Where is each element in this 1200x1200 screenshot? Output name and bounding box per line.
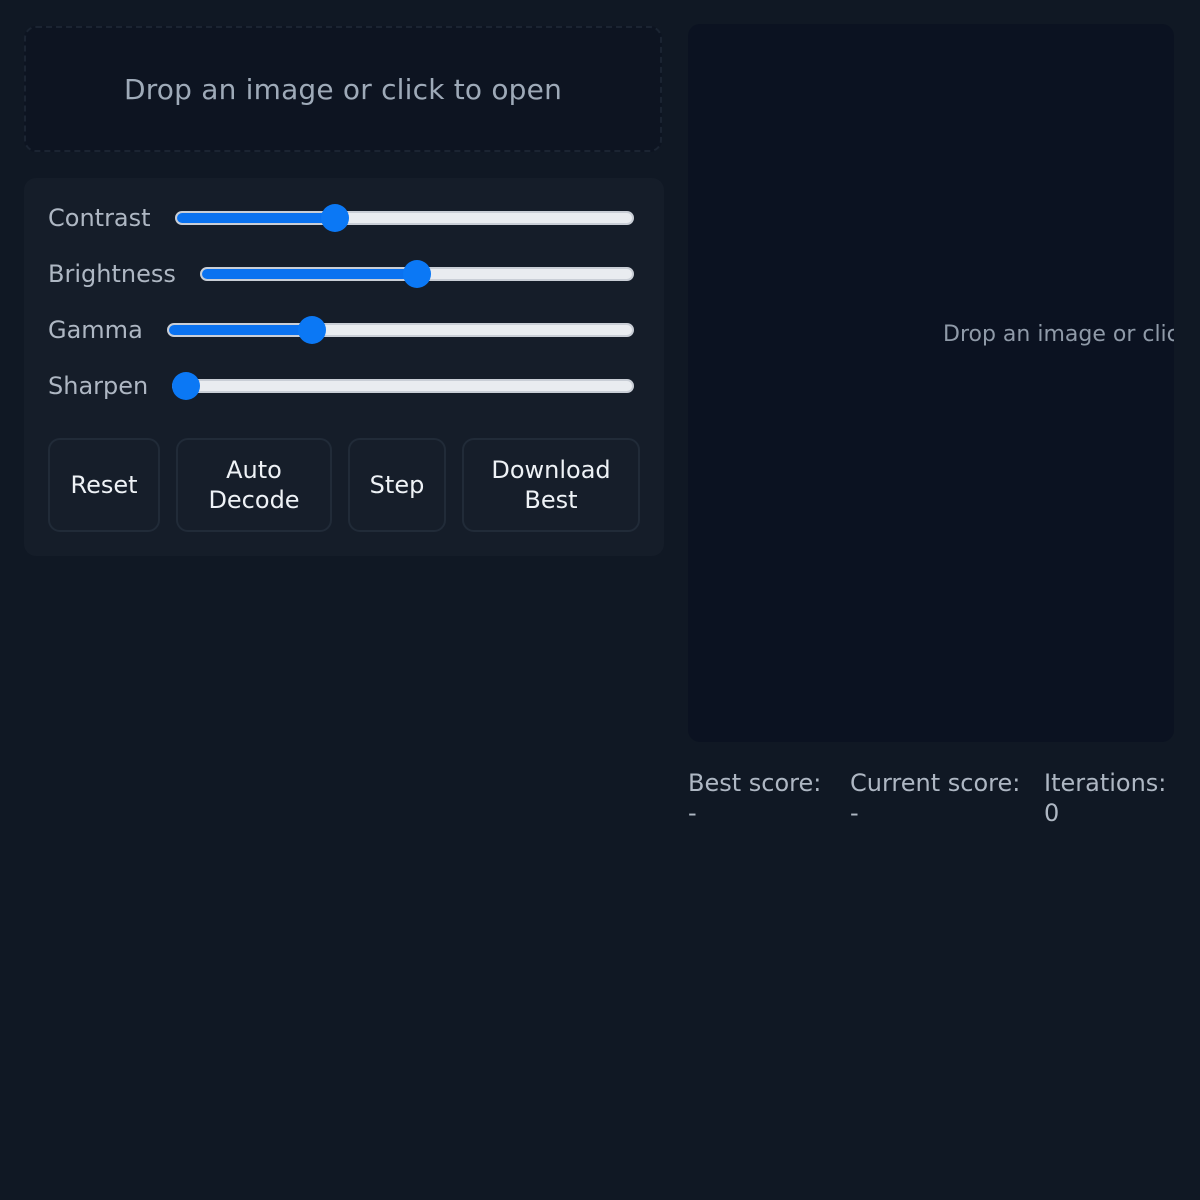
iterations-label: Iterations:: [1044, 769, 1167, 797]
brightness-slider-thumb[interactable]: [402, 260, 431, 288]
step-button[interactable]: Step: [348, 438, 446, 532]
slider-row-gamma: Gamma: [48, 302, 640, 358]
contrast-label: Contrast: [48, 204, 151, 232]
slider-row-brightness: Brightness: [48, 246, 640, 302]
preview-canvas[interactable]: Drop an image or click to open: [688, 24, 1174, 742]
sharpen-slider-thumb[interactable]: [172, 372, 201, 400]
slider-row-contrast: Contrast: [48, 190, 640, 246]
action-buttons: Reset Auto Decode Step Download Best: [48, 438, 640, 532]
contrast-slider-fill: [176, 213, 338, 223]
slider-row-sharpen: Sharpen: [48, 358, 640, 414]
sharpen-slider-track[interactable]: [172, 379, 634, 393]
contrast-slider-thumb[interactable]: [321, 204, 350, 232]
iterations-value: 0: [1044, 799, 1060, 827]
sharpen-slider[interactable]: [172, 370, 634, 402]
brightness-slider-fill: [201, 269, 419, 279]
sharpen-label: Sharpen: [48, 372, 149, 400]
gamma-slider-track[interactable]: [166, 323, 634, 337]
score-stats: Best score: - Current score: - Iteration…: [688, 768, 1188, 838]
current-score-value: -: [850, 799, 859, 827]
dropzone-label: Drop an image or click to open: [123, 72, 563, 106]
preview-placeholder: Drop an image or click to open: [943, 322, 1174, 347]
gamma-slider-fill: [168, 325, 315, 335]
download-best-button[interactable]: Download Best: [462, 438, 640, 532]
current-score: Current score: -: [850, 768, 1020, 828]
contrast-slider[interactable]: [174, 202, 634, 234]
brightness-label: Brightness: [48, 260, 176, 288]
gamma-label: Gamma: [48, 316, 143, 344]
best-score: Best score: -: [688, 768, 821, 828]
reset-button[interactable]: Reset: [48, 438, 160, 532]
iterations: Iterations: 0: [1044, 768, 1166, 828]
current-score-label: Current score:: [850, 769, 1021, 797]
gamma-slider-thumb[interactable]: [298, 316, 327, 344]
best-score-label: Best score:: [688, 769, 822, 797]
controls-panel: Contrast Brightness Gamma Sharpen Reset …: [24, 178, 664, 556]
brightness-slider[interactable]: [199, 258, 634, 290]
best-score-value: -: [688, 799, 697, 827]
image-dropzone[interactable]: Drop an image or click to open: [24, 26, 662, 152]
contrast-slider-track[interactable]: [174, 211, 634, 225]
auto-decode-button[interactable]: Auto Decode: [176, 438, 332, 532]
gamma-slider[interactable]: [166, 314, 634, 346]
app-root: Drop an image or click to open Contrast …: [0, 0, 1200, 1200]
